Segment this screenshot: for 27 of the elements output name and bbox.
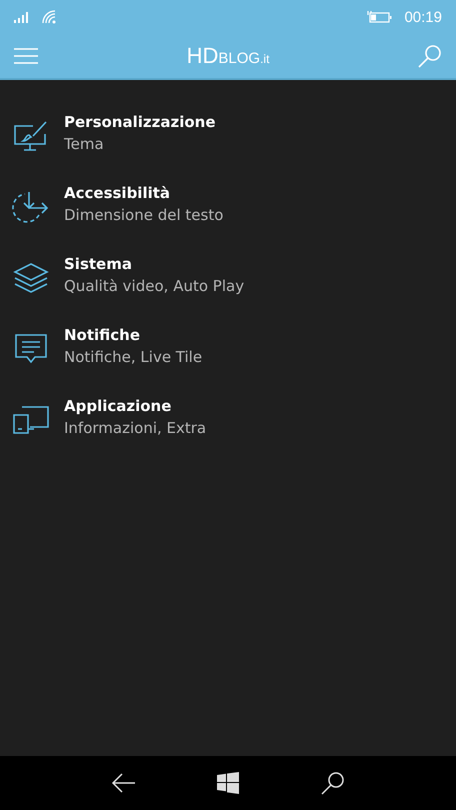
status-time: 00:19: [404, 8, 442, 26]
wifi-icon: [42, 10, 56, 24]
app-logo: HDBLOG.it: [186, 43, 270, 69]
message-icon: [12, 332, 50, 366]
settings-item[interactable]: Applicazione Informazioni, Extra: [0, 384, 456, 455]
item-title: Sistema: [64, 254, 133, 274]
item-title: Notifiche: [64, 324, 142, 346]
signal-icon: [14, 11, 30, 23]
item-subtitle: Qualità video, Auto Play: [64, 276, 244, 296]
item-title: Personalizzazione: [64, 112, 216, 132]
devices-icon: [12, 404, 50, 434]
settings-item[interactable]: Personalizzazione Tema: [0, 100, 456, 171]
windows-start-button[interactable]: [217, 772, 239, 794]
back-button[interactable]: [111, 773, 135, 793]
battery-charging-icon: [366, 10, 392, 24]
item-subtitle: Informazioni, Extra: [64, 418, 206, 438]
search-button[interactable]: [321, 771, 345, 795]
settings-item[interactable]: Sistema Qualità video, Auto Play: [0, 242, 456, 313]
item-title: Accessibilità: [64, 182, 172, 204]
item-subtitle: Dimensione del testo: [64, 204, 224, 226]
settings-item[interactable]: Accessibilità Dimensione del testo: [0, 171, 456, 242]
item-subtitle: Notifiche, Live Tile: [64, 346, 202, 368]
settings-item[interactable]: Notifiche Notifiche, Live Tile: [0, 313, 456, 384]
item-title: Applicazione: [64, 396, 172, 416]
dashed-circle-arrows-icon: [12, 190, 50, 224]
item-subtitle: Tema: [64, 134, 105, 154]
layers-icon: [12, 262, 50, 294]
